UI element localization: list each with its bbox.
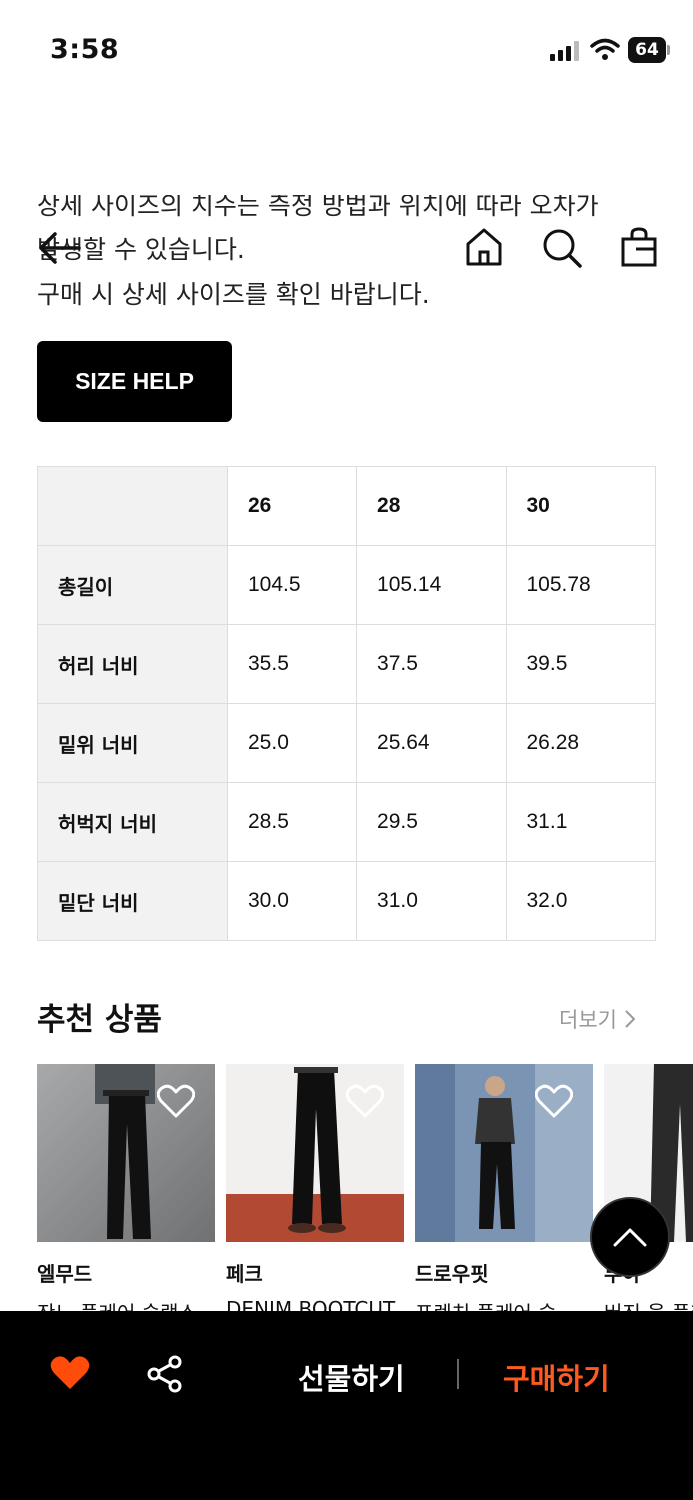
- row-label: 허벅지 너비: [37, 782, 228, 862]
- shopping-bag-icon[interactable]: [620, 227, 658, 267]
- battery-level: 64: [628, 37, 666, 63]
- back-arrow-icon[interactable]: [37, 230, 81, 266]
- table-cell: 32.0: [505, 861, 656, 941]
- home-icon[interactable]: [465, 227, 503, 267]
- bottom-action-bar: [0, 1311, 693, 1500]
- product-card[interactable]: 무아 버진 울 플레어: [604, 1064, 693, 1326]
- buy-button[interactable]: 구매하기: [503, 1356, 610, 1398]
- gift-button[interactable]: 선물하기: [298, 1356, 405, 1398]
- heart-outline-icon[interactable]: [346, 1084, 384, 1118]
- table-row: 허벅지 너비 28.5 29.5 31.1: [37, 782, 656, 862]
- heart-filled-icon[interactable]: [50, 1355, 90, 1391]
- size-table: 26 28 30 총길이 104.5 105.14 105.78 허리 너비 3…: [37, 466, 656, 941]
- status-bar: 3:58 64: [0, 0, 693, 100]
- table-header-cell: [37, 466, 228, 546]
- cellular-signal-icon: [550, 41, 579, 61]
- more-link[interactable]: 더보기: [559, 1004, 635, 1034]
- divider: [457, 1359, 459, 1389]
- product-image[interactable]: [37, 1064, 215, 1242]
- product-brand: 드로우핏: [415, 1262, 489, 1286]
- table-cell: 25.64: [356, 703, 507, 783]
- battery-icon: 64: [628, 37, 670, 63]
- table-header-cell: 30: [505, 466, 656, 546]
- table-row: 총길이 104.5 105.14 105.78: [37, 545, 656, 625]
- row-label: 밑단 너비: [37, 861, 228, 941]
- table-cell: 35.5: [226, 624, 358, 704]
- share-icon[interactable]: [146, 1355, 184, 1393]
- row-label: 총길이: [37, 545, 228, 625]
- product-card[interactable]: 페크 DENIM BOOTCUT: [226, 1064, 404, 1321]
- product-image[interactable]: [226, 1064, 404, 1242]
- table-cell: 105.14: [356, 545, 507, 625]
- table-cell: 26.28: [505, 703, 656, 783]
- table-row: 허리 너비 35.5 37.5 39.5: [37, 624, 656, 704]
- table-cell: 105.78: [505, 545, 656, 625]
- table-row: 밑단 너비 30.0 31.0 32.0: [37, 861, 656, 941]
- search-icon[interactable]: [541, 228, 583, 268]
- size-help-button[interactable]: SIZE HELP: [37, 341, 232, 422]
- recommended-title: 추천 상품: [37, 1002, 162, 1038]
- table-cell: 29.5: [356, 782, 507, 862]
- top-navigation: [0, 100, 693, 268]
- product-brand: 엘무드: [37, 1262, 93, 1286]
- table-row: 밑위 너비 25.0 25.64 26.28: [37, 703, 656, 783]
- size-notice-line-2: 구매 시 상세 사이즈를 확인 바랍니다.: [37, 280, 430, 309]
- table-header-cell: 28: [356, 466, 507, 546]
- product-image[interactable]: [415, 1064, 593, 1242]
- product-brand: 페크: [226, 1262, 263, 1286]
- more-link-label: 더보기: [559, 1008, 617, 1032]
- status-time: 3:58: [50, 34, 120, 65]
- chevron-up-icon: [613, 1228, 647, 1247]
- wifi-icon: [590, 38, 620, 60]
- table-cell: 31.1: [505, 782, 656, 862]
- table-cell: 31.0: [356, 861, 507, 941]
- heart-outline-icon[interactable]: [535, 1084, 573, 1118]
- table-cell: 37.5: [356, 624, 507, 704]
- product-card[interactable]: 엘무드 잔느 플레어 슬랙스: [37, 1064, 215, 1326]
- table-cell: 30.0: [226, 861, 358, 941]
- table-cell: 39.5: [505, 624, 656, 704]
- heart-outline-icon[interactable]: [157, 1084, 195, 1118]
- row-label: 밑위 너비: [37, 703, 228, 783]
- row-label: 허리 너비: [37, 624, 228, 704]
- chevron-right-icon: [625, 1010, 635, 1028]
- table-cell: 28.5: [226, 782, 358, 862]
- table-header-cell: 26: [226, 466, 358, 546]
- table-cell: 25.0: [226, 703, 358, 783]
- size-table-header-row: 26 28 30: [37, 466, 656, 546]
- table-cell: 104.5: [226, 545, 358, 625]
- scroll-to-top-button[interactable]: [590, 1197, 670, 1277]
- product-card[interactable]: 드로우핏 프렌치 플레어 슬랙스: [415, 1064, 593, 1326]
